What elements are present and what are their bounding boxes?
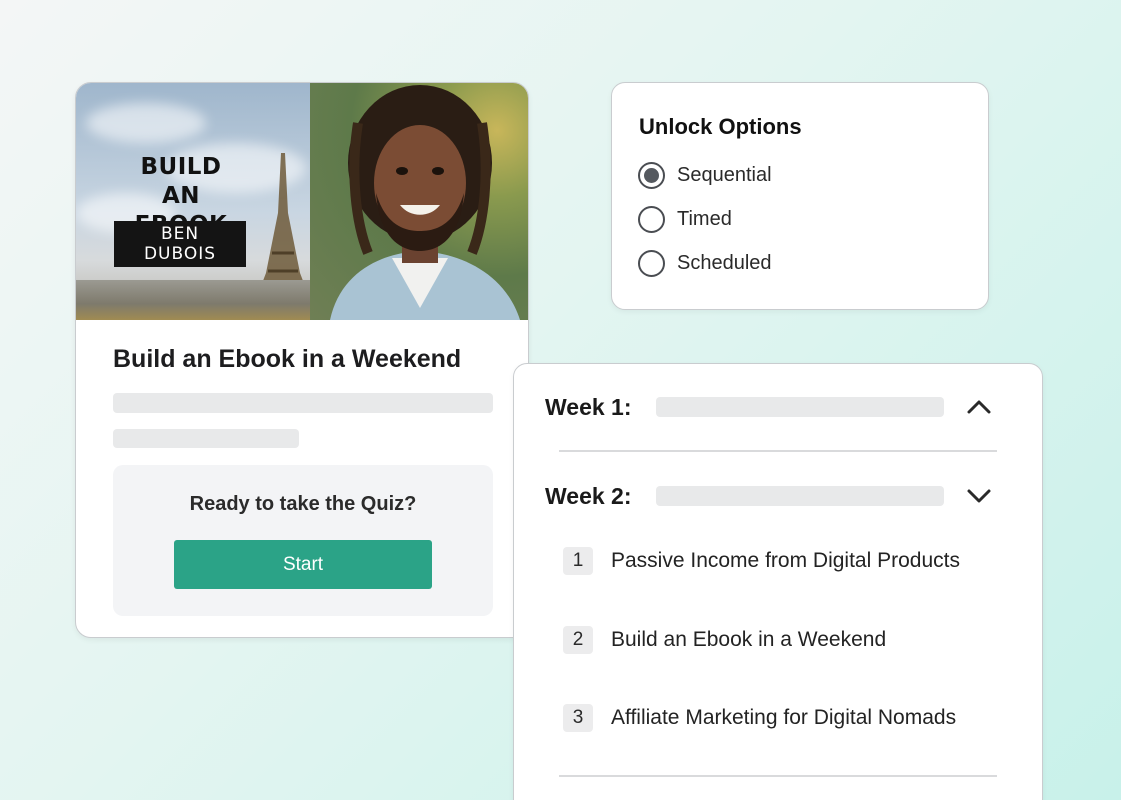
hero-author: BEN DUBOIS <box>114 221 246 267</box>
course-title: Build an Ebook in a Weekend <box>113 345 462 373</box>
radio-unchecked-icon[interactable] <box>638 206 665 233</box>
description-placeholder-line <box>113 393 493 413</box>
lesson-item[interactable]: 2 Build an Ebook in a Weekend <box>563 626 886 654</box>
lesson-number-badge: 3 <box>563 704 593 732</box>
radio-option-sequential[interactable]: Sequential <box>638 162 772 189</box>
lesson-number-badge: 1 <box>563 547 593 575</box>
lesson-title: Build an Ebook in a Weekend <box>611 628 887 651</box>
lesson-title: Passive Income from Digital Products <box>611 549 960 572</box>
quiz-prompt: Ready to take the Quiz? <box>189 493 417 515</box>
chevron-down-icon[interactable] <box>963 480 995 512</box>
portrait-photo <box>310 83 528 320</box>
unlock-options-card: Unlock Options Sequential Timed Schedule… <box>611 82 989 310</box>
radio-label: Timed <box>677 208 732 230</box>
radio-unchecked-icon[interactable] <box>638 250 665 277</box>
quiz-panel: Ready to take the Quiz? Start <box>113 465 493 616</box>
week-label: Week 1: <box>545 393 632 420</box>
lesson-title: Affiliate Marketing for Digital Nomads <box>611 706 957 729</box>
unlock-options-title: Unlock Options <box>639 114 802 139</box>
radio-option-scheduled[interactable]: Scheduled <box>638 250 772 277</box>
course-card: BUILD AN EBOOK BEN DUBOIS Build an Ebook… <box>75 82 529 638</box>
week-2-header[interactable]: Week 2: <box>545 476 1005 516</box>
radio-option-timed[interactable]: Timed <box>638 206 732 233</box>
lesson-number-badge: 2 <box>563 626 593 654</box>
week-1-header[interactable]: Week 1: <box>545 387 1005 427</box>
description-placeholder-line <box>113 429 299 448</box>
radio-label: Sequential <box>677 164 772 186</box>
week-title-placeholder <box>656 486 944 506</box>
start-quiz-button[interactable]: Start <box>174 540 432 589</box>
course-hero-image: BUILD AN EBOOK BEN DUBOIS <box>76 83 528 320</box>
lesson-item[interactable]: 1 Passive Income from Digital Products <box>563 547 960 575</box>
week-label: Week 2: <box>545 482 632 509</box>
week-title-placeholder <box>656 397 944 417</box>
curriculum-card: Week 1: Week 2: 1 Passive Income from Di… <box>513 363 1043 800</box>
divider <box>559 450 997 452</box>
lesson-item[interactable]: 3 Affiliate Marketing for Digital Nomads <box>563 704 956 732</box>
radio-checked-icon[interactable] <box>638 162 665 189</box>
divider <box>559 775 997 777</box>
chevron-up-icon[interactable] <box>963 391 995 423</box>
radio-label: Scheduled <box>677 252 772 274</box>
